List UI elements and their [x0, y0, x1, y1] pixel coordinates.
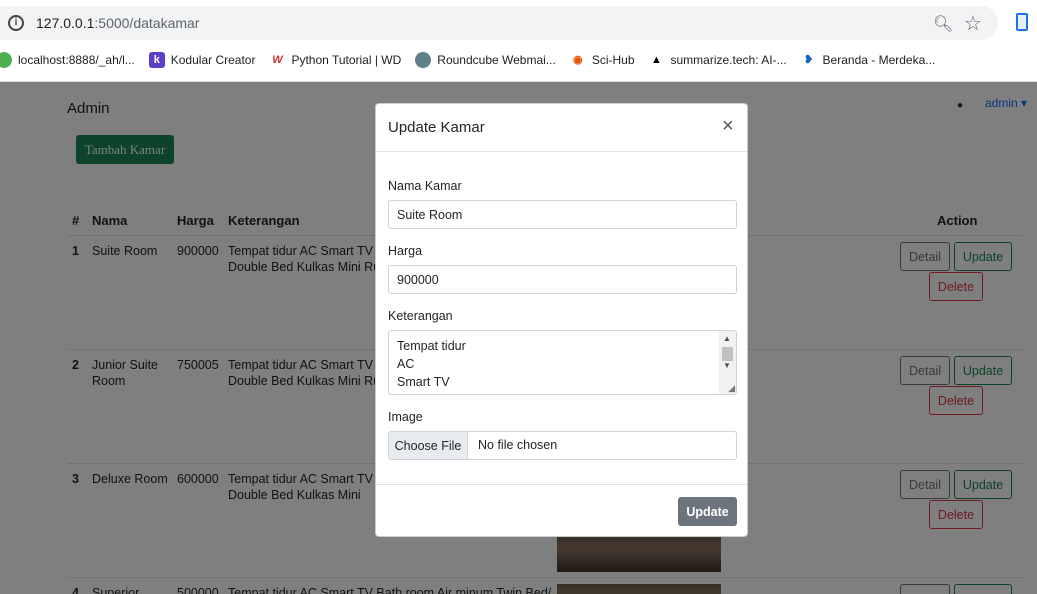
textarea-line: Tempat tidur — [397, 339, 466, 353]
bookmark-kodular[interactable]: k Kodular Creator — [148, 52, 256, 68]
kodular-icon: k — [148, 52, 165, 68]
bookmark-label: Python Tutorial | WD — [291, 53, 402, 67]
label-harga: Harga — [388, 244, 423, 258]
scroll-thumb[interactable] — [722, 347, 733, 361]
submit-update-button[interactable]: Update — [678, 497, 737, 526]
image-file-input[interactable]: Choose File No file chosen — [388, 431, 737, 460]
file-status: No file chosen — [478, 438, 558, 452]
update-room-modal: Update Kamar × Nama Kamar Harga Keterang… — [375, 103, 748, 537]
bookmark-merdeka[interactable]: ❥ Beranda - Merdeka... — [801, 52, 936, 68]
browser-chrome: i 127.0.0.1:5000/datakamar 🔍︎ ☆ localhos… — [0, 0, 1037, 82]
bookmark-localhost[interactable]: localhost:8888/_ah/l... — [0, 52, 135, 68]
extension-icon[interactable] — [1016, 13, 1028, 31]
label-nama-kamar: Nama Kamar — [388, 179, 462, 193]
modal-header: Update Kamar × — [376, 104, 747, 152]
scroll-up-icon[interactable]: ▲ — [723, 334, 731, 343]
choose-file-button[interactable]: Choose File — [389, 432, 468, 459]
roundcube-icon — [415, 52, 432, 68]
bookmarks-bar: localhost:8888/_ah/l... k Kodular Creator… — [0, 48, 949, 72]
zoom-icon[interactable]: 🔍︎ — [933, 14, 953, 34]
bookmark-label: Beranda - Merdeka... — [822, 53, 936, 67]
bookmark-python-tutorial[interactable]: W Python Tutorial | WD — [269, 52, 401, 68]
bookmark-label: summarize.tech: AI-... — [670, 53, 787, 67]
label-keterangan: Keterangan — [388, 309, 453, 323]
textarea-line: Smart TV — [397, 375, 450, 389]
address-bar[interactable]: i 127.0.0.1:5000/datakamar 🔍︎ ☆ — [0, 6, 998, 40]
textarea-content: Tempat tidur AC Smart TV — [397, 337, 466, 391]
harga-input[interactable] — [388, 265, 737, 294]
modal-footer-divider — [376, 484, 747, 485]
scroll-down-icon[interactable]: ▼ — [723, 361, 731, 370]
scihub-icon: ◉ — [573, 54, 583, 66]
modal-title: Update Kamar — [388, 119, 485, 136]
bookmark-summarize[interactable]: ▲ summarize.tech: AI-... — [649, 52, 787, 68]
bookmark-label: Kodular Creator — [170, 53, 256, 67]
bookmark-roundcube[interactable]: Roundcube Webmai... — [415, 52, 556, 68]
globe-icon — [0, 52, 12, 68]
triangle-icon: ▲ — [651, 54, 662, 66]
close-icon[interactable]: × — [722, 116, 734, 136]
bookmark-label: Sci-Hub — [591, 53, 635, 67]
bookmark-star-icon[interactable]: ☆ — [964, 11, 982, 36]
wd-icon: W — [272, 54, 283, 66]
merdeka-icon: ❥ — [803, 54, 814, 66]
label-image: Image — [388, 410, 423, 424]
bookmark-label: Roundcube Webmai... — [437, 53, 556, 67]
bookmark-label: localhost:8888/_ah/l... — [18, 53, 135, 67]
url-host: 127.0.0.1 — [36, 15, 95, 31]
url-path: :5000/datakamar — [94, 15, 200, 31]
resize-handle-icon[interactable]: ◢ — [728, 384, 735, 393]
nama-kamar-input[interactable] — [388, 200, 737, 229]
textarea-line: AC — [397, 357, 415, 371]
url-text[interactable]: 127.0.0.1:5000/datakamar — [36, 15, 199, 31]
bookmark-scihub[interactable]: ◉ Sci-Hub — [570, 52, 635, 68]
site-info-icon[interactable]: i — [8, 15, 24, 31]
keterangan-textarea[interactable]: Tempat tidur AC Smart TV ▲ ▼ ◢ — [388, 330, 737, 395]
